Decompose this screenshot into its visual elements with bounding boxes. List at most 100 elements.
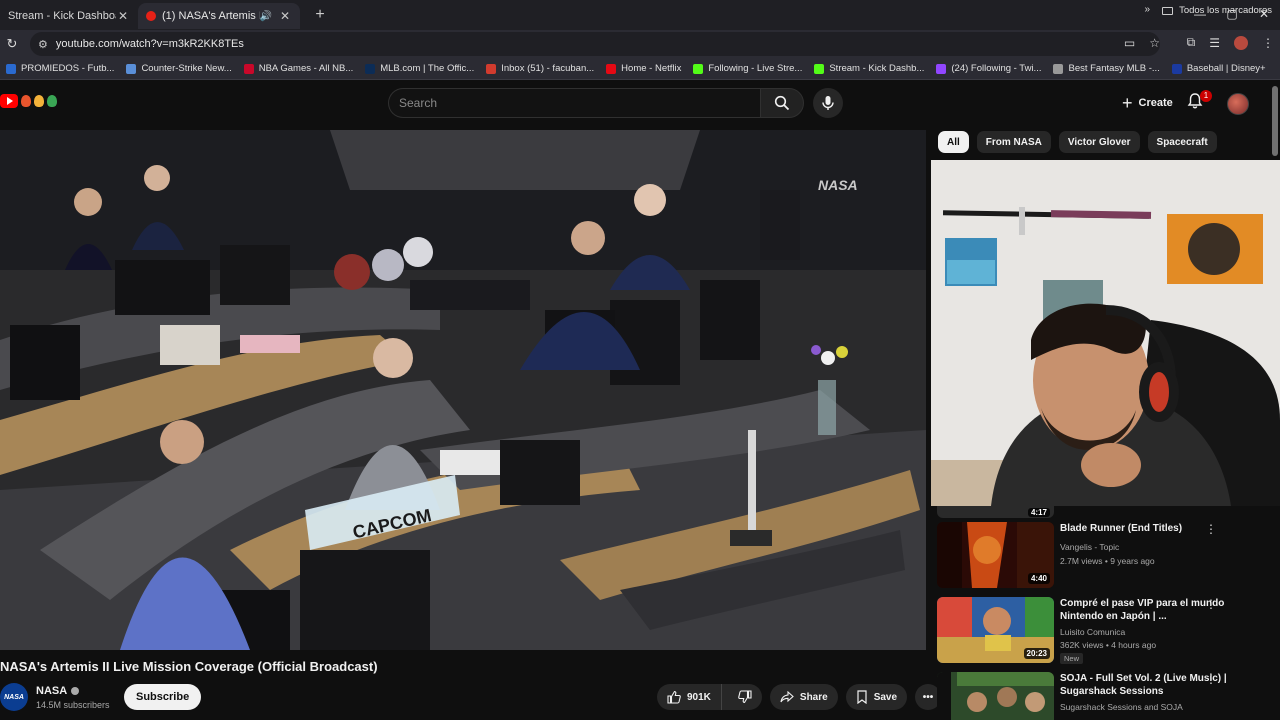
bookmarks-overflow-button[interactable]: » [1144, 4, 1150, 15]
notifications-button[interactable]: 1 [1186, 90, 1212, 116]
extensions-icon[interactable]: ⧉ [1187, 35, 1196, 50]
youtube-play-icon [0, 94, 18, 108]
bookmark-label: Best Fantasy MLB -... [1068, 63, 1160, 74]
folder-icon [1162, 6, 1174, 15]
channel-avatar[interactable]: NASA [0, 683, 28, 711]
filter-chip[interactable]: All [938, 131, 969, 153]
cast-icon[interactable]: ▭ [1124, 36, 1135, 50]
all-bookmarks-button[interactable]: Todos los marcadores [1162, 5, 1272, 16]
bookmark-favicon-icon [365, 63, 376, 74]
bookmarks-bar: PROMIEDOS - Futb... Counter-Strike New...… [0, 58, 1280, 80]
video-thumbnail[interactable]: 20:23 [937, 597, 1054, 663]
video-title: NASA's Artemis II Live Mission Coverage … [0, 659, 378, 674]
bookmark-label: Inbox (51) - facuban... [501, 63, 595, 74]
video-thumbnail[interactable] [937, 672, 1054, 720]
create-label: Create [1138, 97, 1173, 109]
page-scrollbar[interactable] [1272, 86, 1278, 156]
recommendation-meta: 2.7M views • 9 years ago [1060, 556, 1155, 566]
account-avatar[interactable] [1227, 93, 1249, 115]
bookmark-favicon-icon [126, 63, 137, 74]
kebab-menu-icon[interactable]: ⋮ [1205, 598, 1217, 610]
bookmark-favicon-icon [6, 63, 16, 74]
kebab-menu-icon[interactable]: ⋮ [1262, 36, 1274, 50]
omnibox-actions: ▭ ☆ [1124, 36, 1160, 50]
bookmark-item[interactable]: (24) Following - Twi... [930, 63, 1047, 74]
recommendation-item[interactable]: 4:40 Blade Runner (End Titles) Vangelis … [937, 522, 1277, 590]
recommendation-meta: 362K views • 4 hours ago [1060, 640, 1157, 650]
profile-avatar-icon[interactable] [1234, 35, 1248, 50]
bookmark-item[interactable]: Home - Netflix [600, 63, 687, 74]
save-button[interactable]: Save [845, 684, 908, 710]
bookmark-item[interactable]: PROMIEDOS - Futb... [0, 63, 120, 74]
search-button[interactable] [760, 88, 804, 118]
filter-chip[interactable]: Spacecraft [1147, 131, 1217, 153]
bookmark-favicon-icon [1171, 63, 1182, 74]
bookmark-item[interactable]: Inbox (51) - facuban... [480, 63, 600, 74]
close-icon[interactable]: ✕ [116, 9, 130, 23]
bookmark-favicon-icon [243, 63, 254, 74]
tab-label: (1) NASA's Artemis II Live M [162, 10, 260, 22]
bookmark-favicon-icon [1053, 63, 1064, 74]
video-player[interactable]: CAPCOM NASA [0, 130, 926, 650]
bookmark-favicon-icon [936, 63, 947, 74]
omnibox[interactable]: ⚙ youtube.com/watch?v=m3kR2KK8TEs [30, 32, 1160, 56]
microphone-icon [822, 96, 834, 110]
kebab-menu-icon[interactable]: ⋮ [1205, 523, 1217, 535]
bookmark-item[interactable]: Following - Live Stre... [687, 63, 808, 74]
url-text[interactable]: youtube.com/watch?v=m3kR2KK8TEs [56, 38, 244, 50]
recommendation-item[interactable]: 20:23 Compré el pase VIP para el mundo N… [937, 597, 1277, 665]
recommendation-item[interactable]: SOJA - Full Set Vol. 2 (Live Music) | Su… [937, 672, 1277, 720]
doodle-icon [21, 95, 31, 107]
channel-name[interactable]: NASA [36, 685, 80, 697]
recommendation-channel[interactable]: Luisito Comunica [1060, 627, 1125, 637]
tab-youtube-artemis[interactable]: (1) NASA's Artemis II Live M 🔊 ✕ [138, 3, 300, 29]
bookmark-label: Baseball | Disney+ [1186, 63, 1266, 74]
bookmark-icon [857, 690, 867, 704]
like-button[interactable]: 901K [657, 684, 722, 710]
share-label: Share [799, 691, 828, 703]
subscribe-button[interactable]: Subscribe [124, 684, 202, 710]
thumbs-up-icon [667, 690, 681, 704]
site-info-icon[interactable]: ⚙ [38, 38, 48, 51]
bookmark-item[interactable]: Best Fantasy MLB -... [1047, 63, 1165, 74]
reload-icon[interactable]: ↻ [0, 36, 24, 52]
voice-search-button[interactable] [813, 88, 843, 118]
search-input[interactable]: Search [388, 88, 760, 118]
recommendation-channel[interactable]: Sugarshack Sessions and SOJA [1060, 702, 1183, 712]
search-placeholder: Search [399, 96, 438, 110]
create-button[interactable]: + Create [1112, 88, 1183, 118]
share-button[interactable]: Share [769, 684, 838, 710]
bookmark-label: Counter-Strike New... [141, 63, 232, 74]
webcam-overlay [931, 160, 1280, 506]
media-controls-icon[interactable]: ☰ [1209, 36, 1220, 50]
bookmark-item[interactable]: Stream - Kick Dashb... [808, 63, 930, 74]
speaker-icon[interactable]: 🔊 [260, 11, 272, 22]
bookmark-item[interactable]: Counter-Strike New... [120, 63, 237, 74]
youtube-favicon-icon [146, 11, 156, 21]
youtube-header: Search + Create 1 [0, 80, 1280, 126]
screen: Stream - Kick Dashboard ✕ (1) NASA's Art… [0, 0, 1280, 720]
video-frame: CAPCOM NASA [0, 130, 926, 650]
filter-chip[interactable]: Victor Glover [1058, 131, 1140, 153]
kebab-menu-icon[interactable]: ⋮ [1205, 673, 1217, 685]
bookmark-item[interactable]: Baseball | Disney+ [1166, 63, 1272, 74]
youtube-logo[interactable] [0, 94, 57, 108]
toolbar-right: ⧉ ☰ ⋮ [1187, 35, 1274, 50]
tab-kick-dashboard[interactable]: Stream - Kick Dashboard ✕ [0, 3, 138, 29]
bookmark-label: PROMIEDOS - Futb... [21, 63, 115, 74]
partial-recommendation-thumbnail[interactable]: 4:17 [937, 506, 1054, 518]
bookmark-label: (24) Following - Twi... [951, 63, 1042, 74]
bookmark-label: MLB.com | The Offic... [380, 63, 475, 74]
close-icon[interactable]: ✕ [278, 9, 292, 23]
video-thumbnail[interactable]: 4:40 [937, 522, 1054, 588]
duration-badge: 20:23 [1023, 648, 1050, 659]
bookmark-star-icon[interactable]: ☆ [1149, 36, 1160, 50]
recommendation-channel[interactable]: Vangelis - Topic [1060, 542, 1119, 552]
dislike-button[interactable] [728, 684, 762, 710]
filter-chip[interactable]: From NASA [976, 131, 1051, 153]
bookmark-item[interactable]: MLB.com | The Offic... [359, 63, 480, 74]
search-icon [774, 95, 790, 111]
bookmark-label: Home - Netflix [621, 63, 682, 74]
new-tab-button[interactable]: + [308, 6, 332, 24]
bookmark-item[interactable]: NBA Games - All NB... [238, 63, 360, 74]
